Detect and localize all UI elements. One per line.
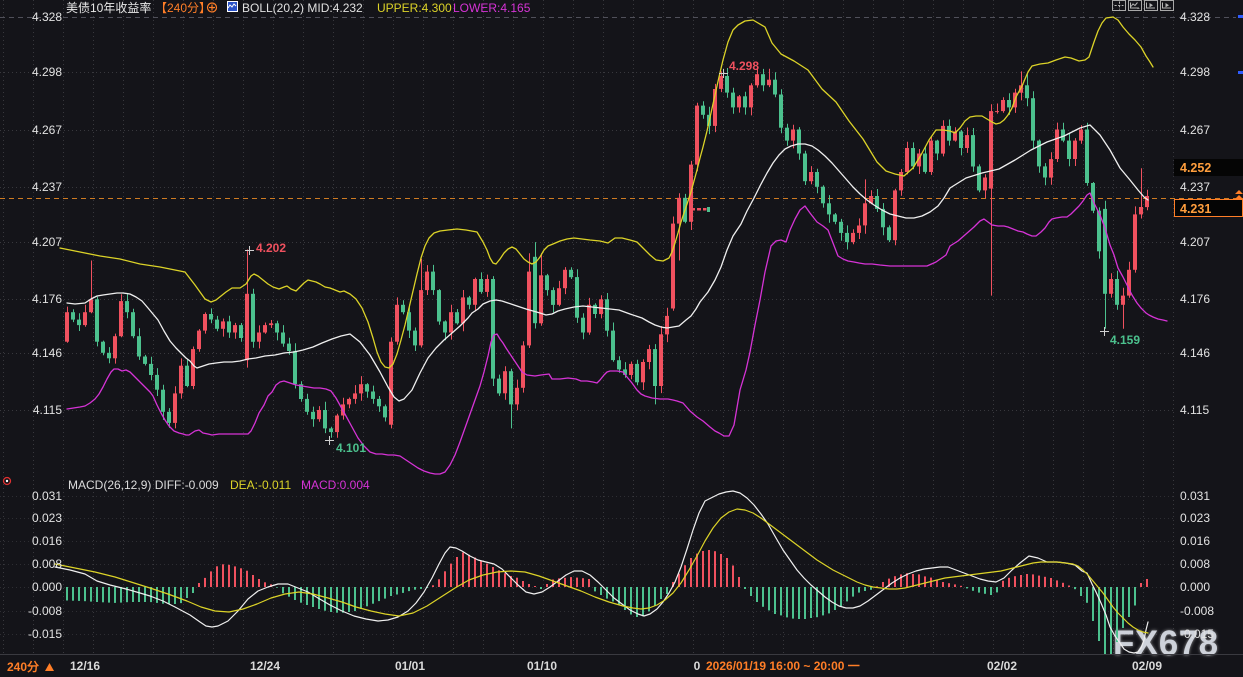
- svg-text:0.008: 0.008: [1180, 557, 1210, 571]
- svg-text:4.298: 4.298: [729, 59, 759, 73]
- svg-text:0.000: 0.000: [32, 580, 62, 594]
- svg-text:4.267: 4.267: [1180, 123, 1210, 137]
- svg-text:【240分】: 【240分】: [155, 1, 211, 15]
- svg-text:4.176: 4.176: [32, 292, 62, 306]
- svg-text:4.252: 4.252: [1180, 161, 1211, 175]
- svg-text:12/16: 12/16: [70, 659, 100, 673]
- svg-text:01/01: 01/01: [395, 659, 425, 673]
- svg-text:0.016: 0.016: [32, 534, 62, 548]
- svg-text:4.267: 4.267: [32, 123, 62, 137]
- svg-text:DEA:-0.011: DEA:-0.011: [230, 478, 291, 492]
- svg-text:0.008: 0.008: [32, 557, 62, 571]
- svg-text:4.146: 4.146: [1180, 346, 1210, 360]
- svg-text:4.237: 4.237: [32, 180, 62, 194]
- svg-text:12/24: 12/24: [250, 659, 280, 673]
- svg-text:UPPER:4.300: UPPER:4.300: [377, 1, 452, 15]
- svg-text:2026/01/19 16:00 ~ 20:00 一: 2026/01/19 16:00 ~ 20:00 一: [706, 659, 860, 673]
- svg-text:-0.015: -0.015: [28, 627, 62, 641]
- svg-text:0.031: 0.031: [32, 489, 62, 503]
- svg-text:MACD(26,12,9) DIFF:-0.009: MACD(26,12,9) DIFF:-0.009: [68, 478, 219, 492]
- svg-text:4.176: 4.176: [1180, 292, 1210, 306]
- svg-text:240分: 240分: [7, 659, 39, 674]
- svg-text:美债10年收益率: 美债10年收益率: [66, 0, 151, 15]
- svg-text:0.000: 0.000: [1180, 580, 1210, 594]
- svg-text:4.146: 4.146: [32, 346, 62, 360]
- svg-text:4.101: 4.101: [336, 441, 366, 455]
- svg-text:4.115: 4.115: [33, 403, 62, 417]
- svg-text:-0.008: -0.008: [28, 604, 62, 618]
- svg-text:0: 0: [694, 659, 701, 673]
- svg-text:4.231: 4.231: [1180, 202, 1211, 216]
- svg-text:-0.015: -0.015: [1180, 627, 1214, 641]
- svg-text:02/02: 02/02: [987, 659, 1017, 673]
- svg-text:-0.008: -0.008: [1180, 604, 1214, 618]
- svg-text:LOWER:4.165: LOWER:4.165: [453, 1, 531, 15]
- svg-text:4.328: 4.328: [32, 10, 62, 24]
- svg-text:MACD:0.004: MACD:0.004: [301, 478, 370, 492]
- svg-text:0.016: 0.016: [1180, 534, 1210, 548]
- svg-text:4.115: 4.115: [1180, 403, 1209, 417]
- svg-text:4.328: 4.328: [1180, 10, 1210, 24]
- svg-text:4.207: 4.207: [1180, 235, 1210, 249]
- svg-text:4.237: 4.237: [1180, 180, 1210, 194]
- svg-text:4.298: 4.298: [32, 65, 62, 79]
- svg-text:BOLL(20,2) MID:4.232: BOLL(20,2) MID:4.232: [242, 1, 363, 15]
- svg-text:0.023: 0.023: [32, 511, 62, 525]
- svg-text:4.159: 4.159: [1110, 333, 1140, 347]
- svg-text:0.031: 0.031: [1180, 489, 1210, 503]
- svg-text:4.298: 4.298: [1180, 65, 1210, 79]
- svg-text:4.202: 4.202: [256, 241, 286, 255]
- svg-text:0.023: 0.023: [1180, 511, 1210, 525]
- svg-text:4.207: 4.207: [32, 235, 62, 249]
- svg-text:02/09: 02/09: [1132, 659, 1162, 673]
- svg-text:01/10: 01/10: [527, 659, 557, 673]
